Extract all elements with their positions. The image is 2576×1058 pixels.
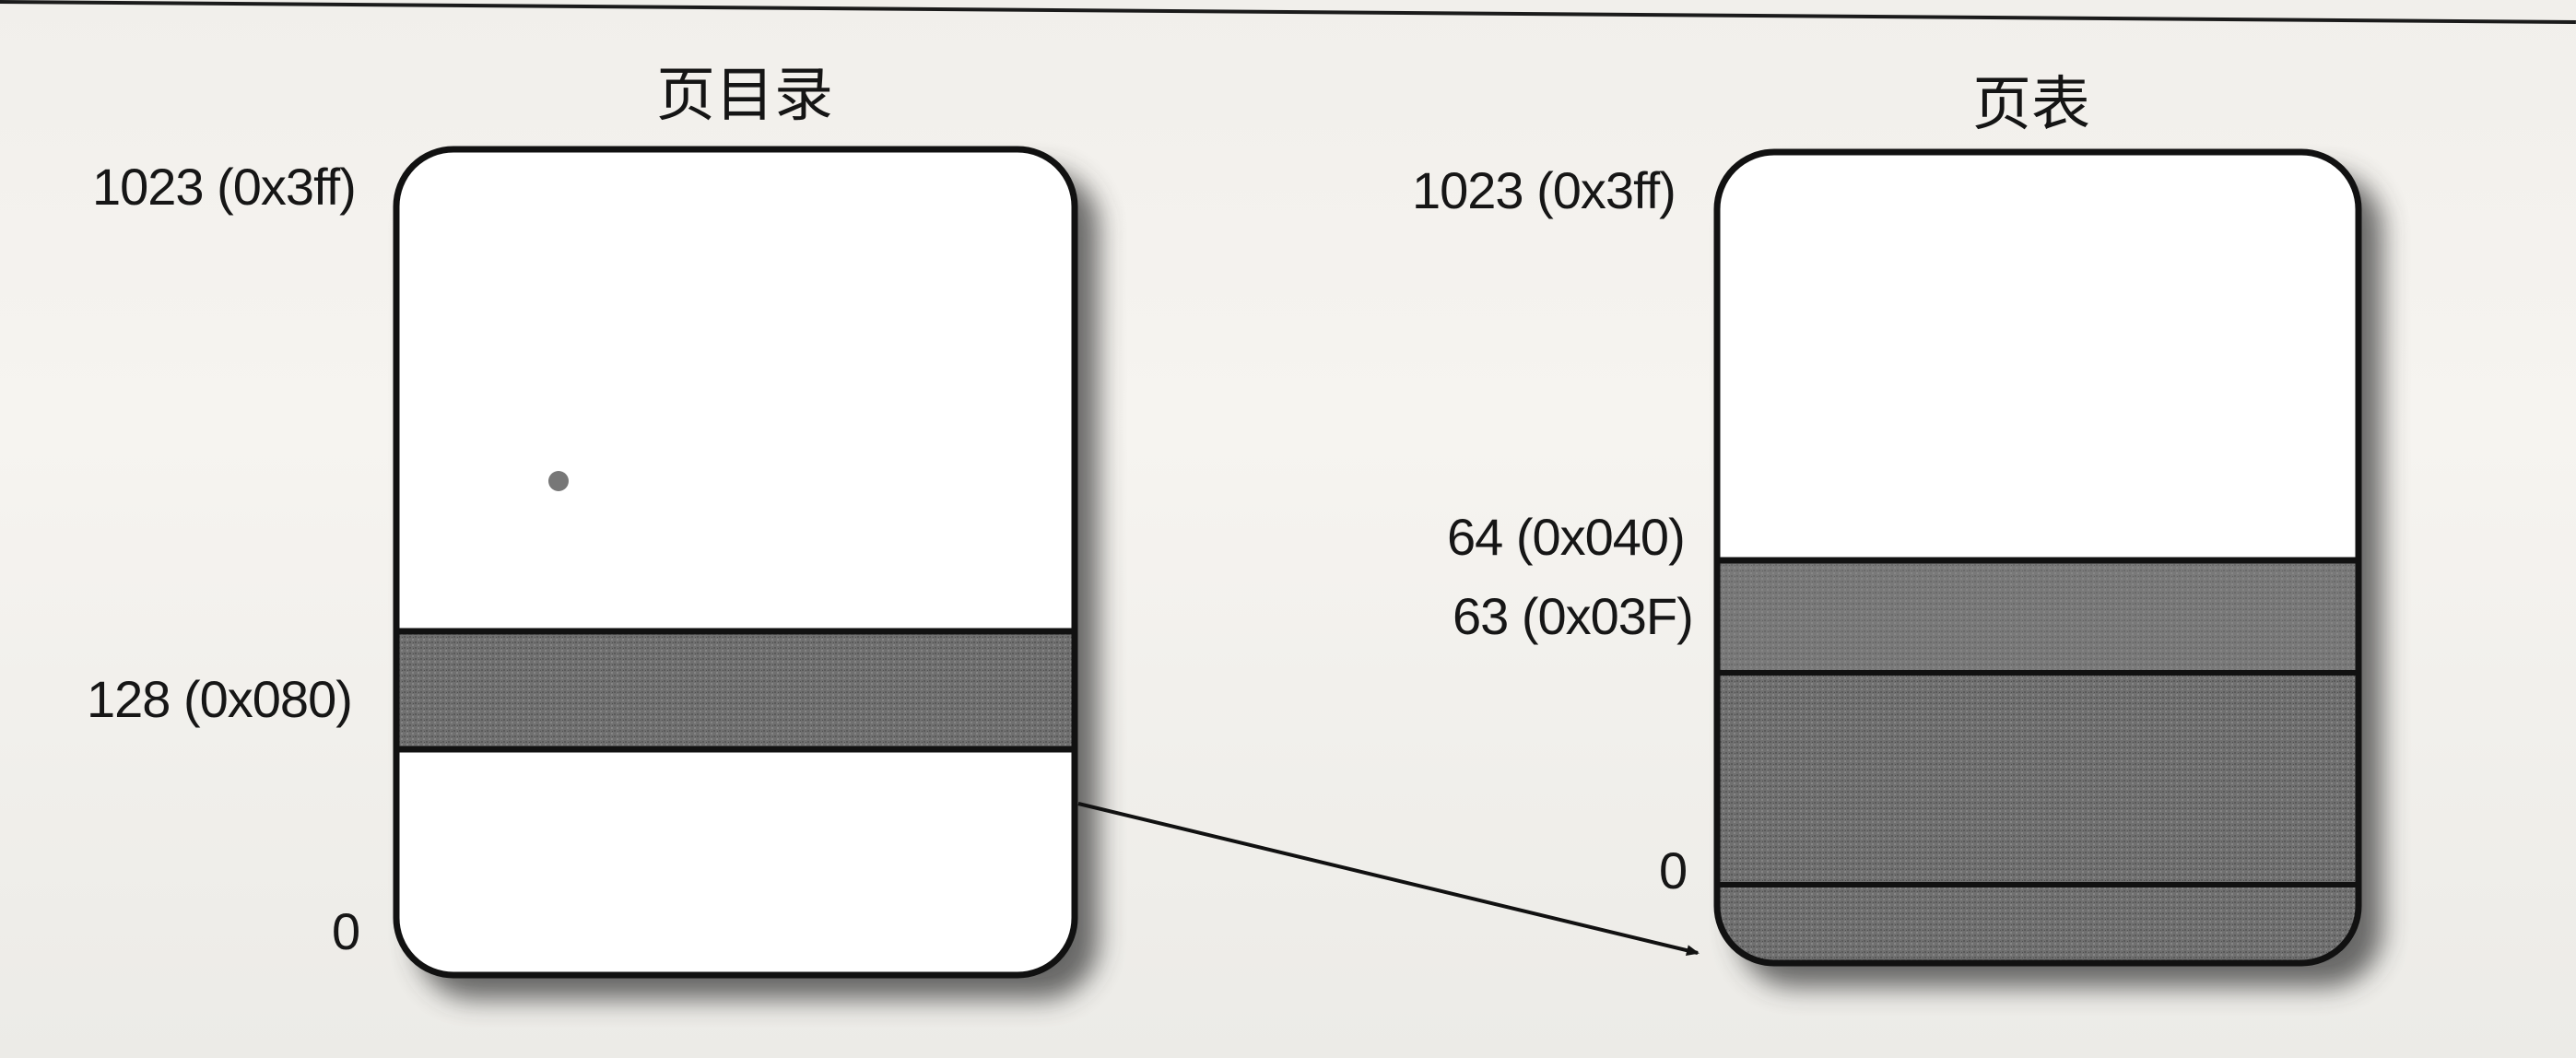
page-table-label-64: 64 (0x040)	[1447, 508, 1686, 566]
page-directory-body	[396, 149, 1075, 975]
page-table-label-63: 63 (0x03F)	[1453, 587, 1694, 645]
paging-diagram	[393, 146, 2382, 999]
page-table-title: 页表	[1972, 71, 2090, 139]
page-table-label-top: 1023 (0x3ff)	[1412, 161, 1676, 219]
page-directory-label-entry: 128 (0x080)	[87, 670, 353, 728]
mapping-arrow	[1077, 802, 1700, 957]
page-directory-box	[393, 146, 1099, 999]
page-directory-title: 页目录	[656, 62, 833, 130]
page-table-box	[1713, 148, 2382, 987]
ink-speck	[548, 471, 569, 491]
book-page: 页目录 页表 1023 (0x3ff) 128 (0x080) 0 1023 (…	[0, 0, 2576, 1058]
page-table-label-bottom: 0	[1659, 841, 1688, 899]
page-directory-label-top: 1023 (0x3ff)	[92, 158, 357, 216]
page-directory-label-bottom: 0	[332, 902, 360, 960]
page-directory-entry-128	[396, 631, 1075, 749]
